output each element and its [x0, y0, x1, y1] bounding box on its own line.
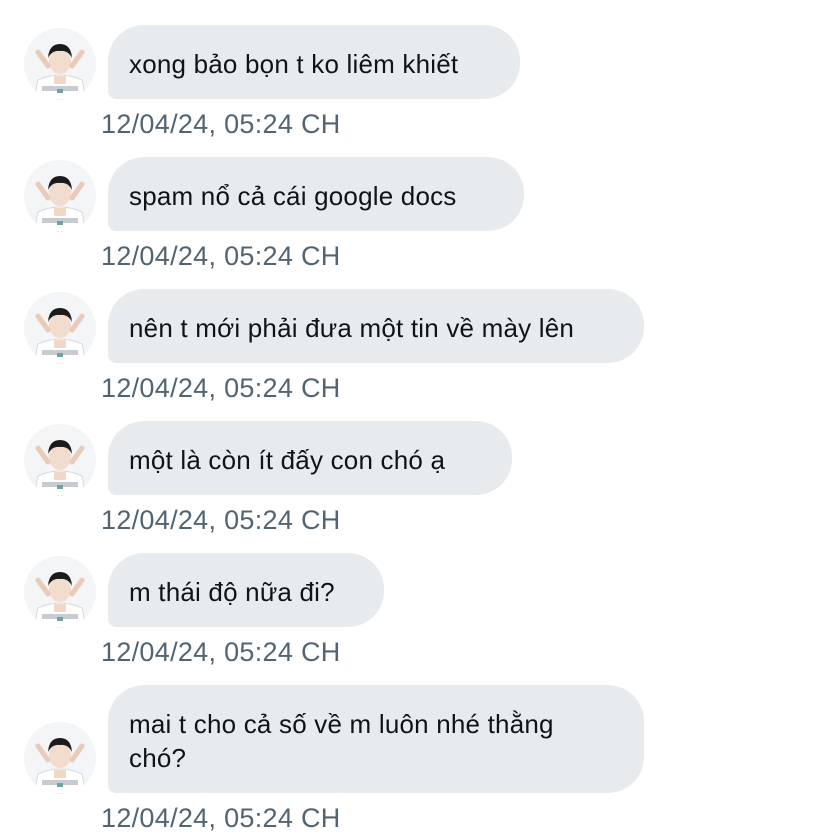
avatar-icon	[24, 556, 96, 628]
avatar-icon	[24, 424, 96, 496]
avatar[interactable]	[24, 556, 96, 628]
message-bubble[interactable]: một là còn ít đấy con chó ạ	[108, 421, 512, 495]
avatar[interactable]	[24, 160, 96, 232]
message-bubble[interactable]: m thái độ nữa đi?	[108, 553, 384, 627]
avatar-icon	[24, 292, 96, 364]
message-timestamp: 12/04/24, 05:24 CH	[101, 505, 341, 535]
message-timestamp: 12/04/24, 05:24 CH	[101, 373, 341, 403]
message-bubble[interactable]: mai t cho cả số về m luôn nhé thằng chó?	[108, 685, 644, 793]
avatar-icon	[24, 160, 96, 232]
avatar-icon	[24, 28, 96, 100]
avatar[interactable]	[24, 424, 96, 496]
avatar[interactable]	[24, 28, 96, 100]
message-timestamp: 12/04/24, 05:24 CH	[101, 241, 341, 271]
message-timestamp: 12/04/24, 05:24 CH	[101, 803, 341, 833]
message-thread: xong bảo bọn t ko liêm khiết 12/04/24, 0…	[0, 0, 828, 835]
avatar-icon	[24, 722, 96, 794]
avatar[interactable]	[24, 722, 96, 794]
message-bubble[interactable]: spam nổ cả cái google docs	[108, 157, 524, 231]
message-bubble[interactable]: nên t mới phải đưa một tin về mày lên	[108, 289, 644, 363]
message-timestamp: 12/04/24, 05:24 CH	[101, 637, 341, 667]
message-bubble[interactable]: xong bảo bọn t ko liêm khiết	[108, 25, 520, 99]
avatar[interactable]	[24, 292, 96, 364]
message-timestamp: 12/04/24, 05:24 CH	[101, 109, 341, 139]
